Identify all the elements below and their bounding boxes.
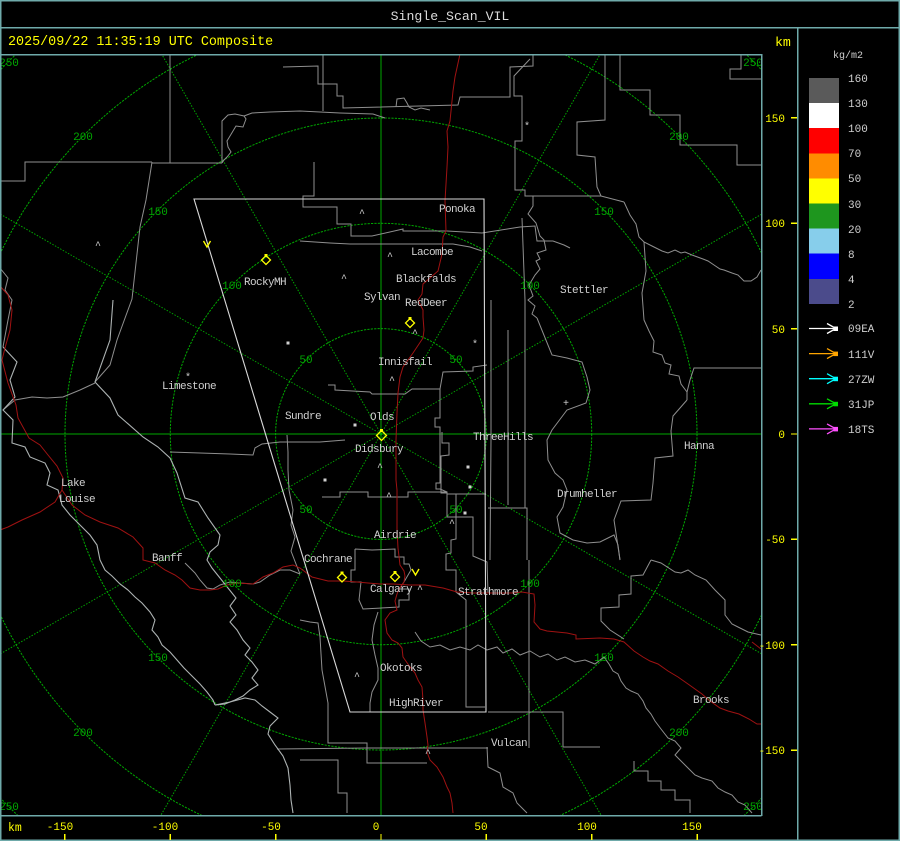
svg-text:100: 100 [848, 124, 868, 136]
svg-text:-50: -50 [261, 822, 281, 834]
svg-text:100: 100 [222, 579, 242, 591]
svg-text:130: 130 [848, 99, 868, 111]
svg-text:250: 250 [0, 802, 19, 814]
svg-text:Brooks: Brooks [693, 695, 729, 707]
svg-text:30: 30 [848, 200, 861, 212]
svg-text:18TS: 18TS [848, 425, 875, 437]
svg-text:Single_Scan_VIL: Single_Scan_VIL [391, 9, 510, 24]
svg-text:2025/09/22 11:35:19 UTC Compos: 2025/09/22 11:35:19 UTC Composite [8, 35, 273, 50]
svg-text:kg/m2: kg/m2 [833, 50, 863, 62]
svg-text:250: 250 [743, 58, 763, 70]
svg-text:-100: -100 [152, 822, 178, 834]
svg-text:150: 150 [682, 822, 702, 834]
svg-text:100: 100 [577, 822, 597, 834]
svg-text:ThreeHills: ThreeHills [473, 432, 533, 444]
svg-text:2: 2 [848, 300, 855, 312]
svg-text:km: km [775, 35, 791, 50]
svg-text:-150: -150 [759, 746, 785, 758]
svg-text:Strathmore: Strathmore [458, 587, 518, 599]
svg-text:^: ^ [412, 329, 418, 340]
svg-text:160: 160 [848, 74, 868, 86]
svg-text:100: 100 [520, 281, 540, 293]
svg-text:09EA: 09EA [848, 324, 875, 336]
svg-text:20: 20 [848, 225, 861, 237]
svg-text:200: 200 [669, 132, 689, 144]
svg-text:Calgary: Calgary [370, 584, 413, 596]
svg-text:150: 150 [148, 653, 168, 665]
svg-text:Innisfail: Innisfail [378, 357, 432, 369]
svg-text:RockyMH: RockyMH [244, 277, 286, 289]
svg-text:250: 250 [0, 58, 19, 70]
svg-text:^: ^ [359, 209, 365, 220]
svg-text:Ponoka: Ponoka [439, 204, 476, 216]
svg-text:150: 150 [594, 207, 614, 219]
svg-text:50: 50 [449, 355, 462, 367]
svg-text:km: km [8, 822, 22, 835]
svg-text:0: 0 [373, 822, 380, 834]
svg-text:31JP: 31JP [848, 400, 875, 412]
svg-text:Olds: Olds [370, 412, 394, 424]
svg-text:^: ^ [449, 519, 455, 530]
svg-text:Blackfalds: Blackfalds [396, 274, 456, 286]
svg-text:200: 200 [73, 132, 93, 144]
svg-text:^: ^ [95, 241, 101, 252]
svg-text:Airdrie: Airdrie [374, 530, 416, 542]
svg-text:8: 8 [848, 250, 855, 262]
svg-text:Hanna: Hanna [684, 441, 715, 453]
svg-text:+: + [563, 399, 569, 410]
svg-text:4: 4 [848, 275, 855, 287]
svg-text:Cochrane: Cochrane [304, 554, 352, 566]
svg-text:50: 50 [772, 325, 785, 337]
svg-text:-50: -50 [765, 535, 785, 547]
svg-text:^: ^ [417, 585, 423, 596]
svg-text:Sylvan: Sylvan [364, 292, 400, 304]
svg-text:250: 250 [743, 802, 763, 814]
svg-text:150: 150 [148, 207, 168, 219]
svg-text:50: 50 [474, 822, 487, 834]
svg-text:-150: -150 [47, 822, 73, 834]
svg-text:Sundre: Sundre [285, 411, 321, 423]
svg-text:^: ^ [425, 749, 431, 760]
svg-text:100: 100 [520, 579, 540, 591]
svg-text:50: 50 [299, 505, 312, 517]
svg-text:200: 200 [669, 728, 689, 740]
svg-text:*: * [472, 339, 478, 351]
svg-text:Didsbury: Didsbury [355, 444, 404, 456]
svg-text:100: 100 [222, 281, 242, 293]
svg-text:Louise: Louise [59, 494, 95, 506]
svg-text:70: 70 [848, 149, 861, 161]
svg-text:^: ^ [386, 492, 392, 503]
svg-text:Stettler: Stettler [560, 285, 608, 297]
svg-text:50: 50 [449, 505, 462, 517]
svg-text:*: * [185, 372, 191, 384]
svg-text:^: ^ [341, 274, 347, 285]
svg-text:*: * [524, 121, 530, 133]
svg-text:^: ^ [354, 672, 360, 683]
svg-text:111V: 111V [848, 350, 875, 362]
svg-text:50: 50 [299, 355, 312, 367]
svg-text:Lacombe: Lacombe [411, 247, 453, 259]
svg-text:Drumheller: Drumheller [557, 489, 617, 501]
svg-text:100: 100 [765, 219, 785, 231]
svg-text:Banff: Banff [152, 553, 182, 565]
svg-text:200: 200 [73, 728, 93, 740]
svg-text:150: 150 [594, 653, 614, 665]
svg-text:RedDeer: RedDeer [405, 298, 447, 310]
svg-text:27ZW: 27ZW [848, 375, 875, 387]
svg-text:^: ^ [387, 252, 393, 263]
svg-text:-100: -100 [759, 641, 785, 653]
svg-text:50: 50 [848, 174, 861, 186]
svg-text:Lake: Lake [61, 478, 85, 490]
svg-text:^: ^ [389, 376, 395, 387]
svg-text:^: ^ [377, 463, 383, 474]
svg-text:0: 0 [778, 430, 785, 442]
svg-text:150: 150 [765, 114, 785, 126]
svg-text:HighRiver: HighRiver [389, 698, 443, 710]
svg-text:Okotoks: Okotoks [380, 663, 422, 675]
svg-text:Vulcan: Vulcan [491, 738, 527, 750]
